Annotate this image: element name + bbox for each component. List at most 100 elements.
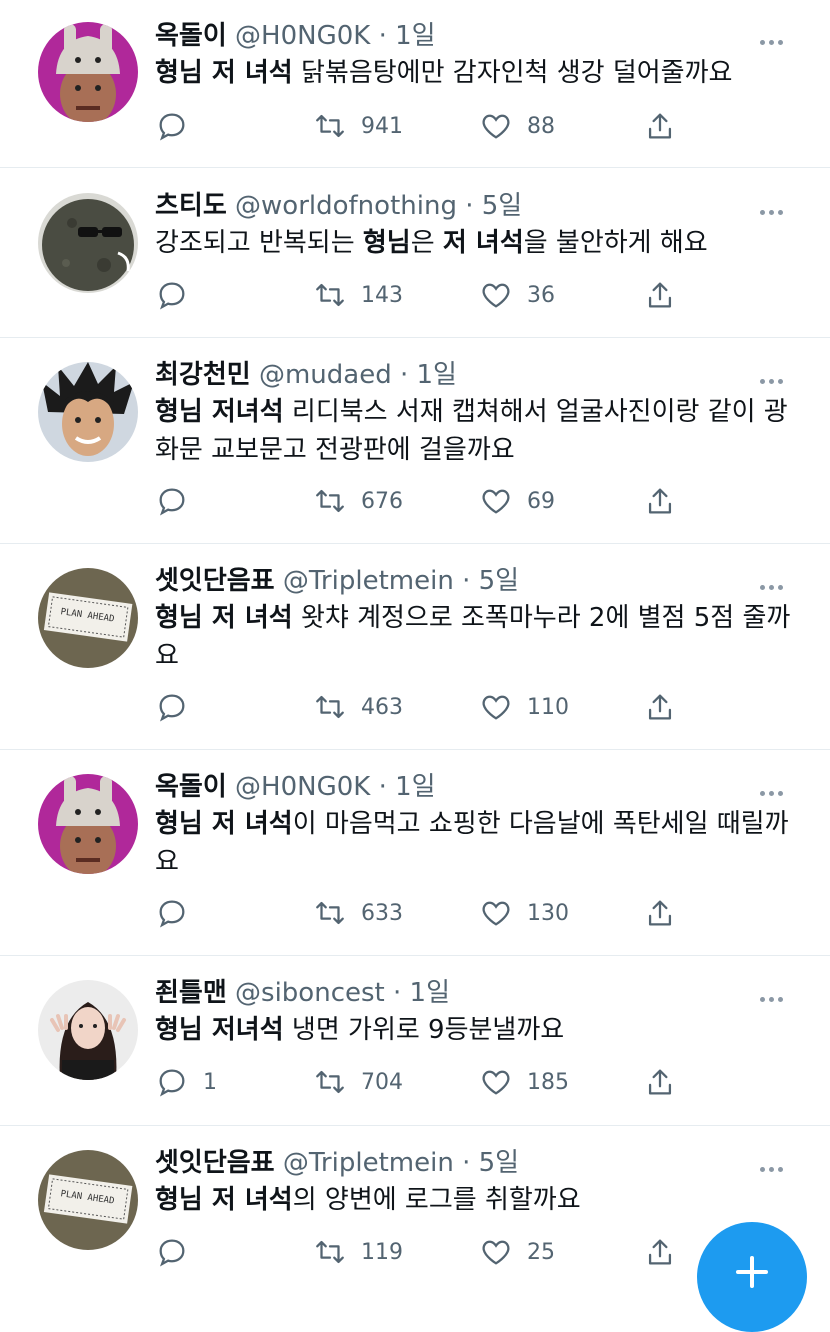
display-name[interactable]: 셋잇단음표 (155, 1148, 275, 1178)
more-options-icon[interactable] (758, 200, 788, 215)
tweet-text-content: 냉면 가위로 9등분낼까요 (283, 1015, 565, 1045)
like-button[interactable]: 110 (479, 687, 569, 727)
user-handle[interactable]: @siboncest (235, 978, 385, 1008)
retweet-count: 463 (361, 694, 403, 720)
tweet-text-content: 의 양변에 로그를 취할까요 (292, 1185, 581, 1215)
user-handle[interactable]: @Tripletmein (283, 1148, 454, 1178)
compose-tweet-button[interactable] (697, 1222, 807, 1332)
reply-button[interactable] (155, 893, 203, 933)
avatar[interactable] (38, 362, 138, 462)
more-options-icon[interactable] (758, 575, 788, 590)
reply-button[interactable] (155, 687, 203, 727)
like-button[interactable]: 25 (479, 1232, 555, 1272)
tweet-text: 형님 저 녀석 닭볶음탕에만 감자인척 생강 덜어줄까요 (155, 54, 795, 92)
like-button[interactable]: 185 (479, 1062, 569, 1102)
avatar[interactable]: PLAN AHEAD (38, 568, 138, 668)
retweet-button[interactable]: 704 (313, 1062, 403, 1102)
display-name[interactable]: 셋잇단음표 (155, 566, 275, 596)
more-options-icon[interactable] (758, 781, 788, 796)
reply-button[interactable] (155, 481, 203, 521)
timestamp[interactable]: 1일 (417, 360, 457, 390)
retweet-button[interactable]: 119 (313, 1232, 403, 1272)
reply-icon (159, 488, 185, 516)
retweet-button[interactable]: 143 (313, 275, 403, 315)
share-icon (648, 113, 672, 139)
share-button[interactable] (643, 687, 677, 727)
user-handle[interactable]: @Tripletmein (283, 566, 454, 596)
more-options-icon[interactable] (758, 369, 788, 384)
reply-button[interactable] (155, 106, 203, 146)
avatar[interactable] (38, 774, 138, 874)
share-icon (648, 900, 672, 926)
heart-icon (482, 283, 510, 308)
like-button[interactable]: 69 (479, 481, 555, 521)
more-options-icon[interactable] (758, 30, 788, 45)
more-options-icon[interactable] (758, 1157, 788, 1172)
share-icon (648, 488, 672, 514)
tweet-actions: 941 88 (155, 106, 715, 146)
heart-icon (482, 1070, 510, 1095)
display-name[interactable]: 옥돌이 (155, 772, 227, 802)
reply-button[interactable] (155, 275, 203, 315)
like-button[interactable]: 130 (479, 893, 569, 933)
reply-button[interactable] (155, 1232, 203, 1272)
user-handle[interactable]: @H0NG0K (235, 772, 370, 802)
tweet[interactable]: 최강천민 @mudaed · 1일 형님 저녀석 리디북스 서재 캡쳐해서 얼굴… (0, 338, 830, 544)
user-handle[interactable]: @worldofnothing (235, 191, 457, 221)
user-handle[interactable]: @mudaed (259, 360, 392, 390)
retweet-button[interactable]: 941 (313, 106, 403, 146)
retweet-button[interactable]: 676 (313, 481, 403, 521)
heart-icon (482, 901, 510, 926)
display-name[interactable]: 죈틀맨 (155, 978, 227, 1008)
avatar[interactable] (38, 193, 138, 293)
like-button[interactable]: 88 (479, 106, 555, 146)
tweet-text-prefix: 강조되고 반복되는 (155, 228, 363, 258)
display-name[interactable]: 옥돌이 (155, 21, 227, 51)
separator-dot: · (399, 360, 409, 390)
retweet-button[interactable]: 463 (313, 687, 403, 727)
tweet[interactable]: 옥돌이 @H0NG0K · 1일 형님 저 녀석 닭볶음탕에만 감자인척 생강 … (0, 0, 830, 168)
reply-icon (159, 1069, 185, 1097)
display-name[interactable]: 최강천민 (155, 360, 251, 390)
highlight-text: 형님 저 녀석 (155, 809, 293, 839)
avatar[interactable] (38, 22, 138, 122)
retweet-count: 676 (361, 488, 403, 514)
tweet-text: 형님 저 녀석 왓챠 계정으로 조폭마누라 2에 별점 5점 줄까요 (155, 599, 795, 675)
heart-icon (482, 114, 510, 139)
share-button[interactable] (643, 893, 677, 933)
like-count: 88 (527, 113, 555, 139)
separator-dot: · (462, 1148, 471, 1178)
timestamp[interactable]: 1일 (395, 772, 435, 802)
share-button[interactable] (643, 275, 677, 315)
tweet[interactable]: PLAN AHEAD 셋잇단음표 @Tripletmein · 5일 형님 저 … (0, 544, 830, 750)
tweet-text-middle: 은 (410, 228, 443, 258)
user-handle[interactable]: @H0NG0K (235, 21, 370, 51)
timestamp[interactable]: 5일 (482, 191, 522, 221)
display-name[interactable]: 츠티도 (155, 191, 227, 221)
retweet-icon (316, 283, 344, 307)
share-icon (648, 282, 672, 308)
more-options-icon[interactable] (758, 987, 788, 1002)
retweet-count: 143 (361, 282, 403, 308)
timestamp[interactable]: 5일 (479, 1148, 519, 1178)
timestamp[interactable]: 1일 (410, 978, 450, 1008)
separator-dot: · (393, 978, 402, 1008)
like-button[interactable]: 36 (479, 275, 555, 315)
separator-dot: · (378, 21, 387, 51)
retweet-count: 704 (361, 1069, 403, 1095)
share-button[interactable] (643, 481, 677, 521)
avatar[interactable]: PLAN AHEAD (38, 1150, 138, 1250)
share-button[interactable] (643, 106, 677, 146)
tweet[interactable]: 츠티도 @worldofnothing · 5일 강조되고 반복되는 형님은 저… (0, 168, 830, 338)
avatar[interactable] (38, 980, 138, 1080)
retweet-button[interactable]: 633 (313, 893, 403, 933)
share-button[interactable] (643, 1232, 677, 1272)
tweet[interactable]: 옥돌이 @H0NG0K · 1일 형님 저 녀석이 마음먹고 쇼핑한 다음날에 … (0, 750, 830, 956)
timestamp[interactable]: 5일 (479, 566, 519, 596)
reply-button[interactable]: 1 (155, 1062, 217, 1102)
share-button[interactable] (643, 1062, 677, 1102)
tweet[interactable]: 죈틀맨 @siboncest · 1일 형님 저녀석 냉면 가위로 9등분낼까요… (0, 956, 830, 1126)
timestamp[interactable]: 1일 (395, 21, 435, 51)
retweet-count: 119 (361, 1239, 403, 1265)
retweet-count: 633 (361, 900, 403, 926)
